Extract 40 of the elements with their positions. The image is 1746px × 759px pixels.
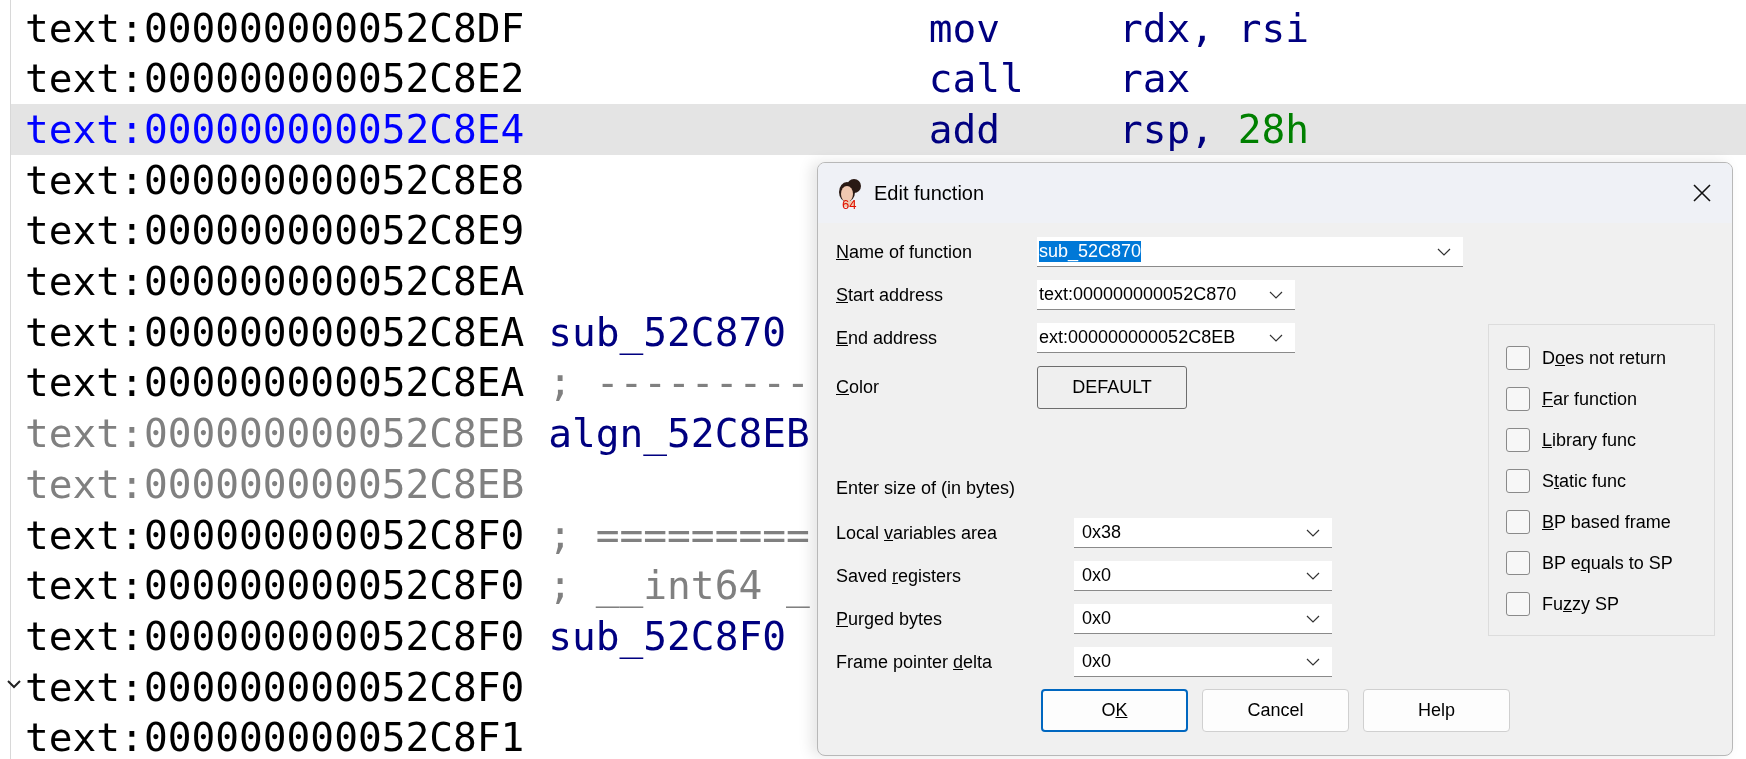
operand-text: rdx, rsi — [1118, 5, 1310, 52]
address-text: text:000000000052C8F1 — [25, 715, 525, 759]
checkbox-label: Far function — [1542, 388, 1638, 410]
comment-text: ; --------- — [548, 360, 810, 406]
checkbox-label: Does not return — [1542, 347, 1667, 369]
address-text: text:000000000052C8F0 — [25, 563, 525, 609]
checkbox-label: BP equals to SP — [1542, 552, 1673, 574]
section-heading: Enter size of (in bytes) — [836, 478, 1017, 500]
label-name: algn_52C8EB — [548, 411, 810, 457]
checkbox-label: Library func — [1542, 429, 1637, 451]
comment-text: ; ========= — [548, 512, 810, 558]
field-label: Purged bytes — [836, 608, 944, 630]
dialog-title: Edit function — [874, 181, 986, 205]
field-label: Local variables area — [836, 522, 999, 544]
address-text: text:000000000052C8EB — [25, 411, 525, 457]
comment-text: ; __int64 _ — [548, 563, 810, 609]
address-text: text:000000000052C8F0 — [25, 512, 525, 558]
operand-text: rax — [1118, 56, 1191, 102]
address-text: text:000000000052C8E4 — [25, 107, 525, 153]
label-name: sub_52C8F0 — [548, 613, 786, 660]
label-name: sub_52C870 — [548, 309, 786, 356]
address-text: text:000000000052C8DF — [25, 5, 525, 52]
checkbox-label: Fuzzy SP — [1542, 593, 1620, 615]
field-label: Color — [836, 377, 880, 398]
mnemonic-text: call — [928, 56, 1024, 102]
field-label: Start address — [836, 284, 945, 306]
address-text: text:000000000052C8F0 — [25, 664, 525, 710]
mnemonic-text: add — [928, 107, 1000, 153]
field-label: Frame pointer delta — [836, 651, 994, 673]
address-text: text:000000000052C8EA — [25, 360, 525, 406]
address-text: text:000000000052C8EA — [25, 309, 525, 356]
address-text: text:000000000052C8E2 — [25, 56, 525, 102]
operand-text: rsp, 28h — [1118, 107, 1310, 153]
checkbox-label: BP based frame — [1542, 511, 1671, 533]
field-label: End address — [836, 327, 939, 349]
field-label: Saved registers — [836, 565, 963, 587]
field-label: Name of function — [836, 241, 974, 263]
mnemonic-text: mov — [928, 5, 1000, 52]
address-text: text:000000000052C8F0 — [25, 613, 525, 660]
checkbox-label: Static func — [1542, 470, 1627, 492]
